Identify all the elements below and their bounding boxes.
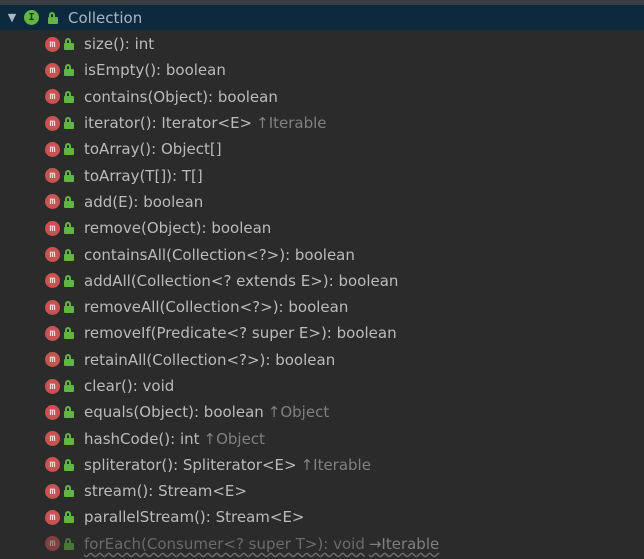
method-signature: size(): int	[84, 35, 155, 54]
method-signature: contains(Object): boolean	[84, 87, 278, 106]
method-signature: toArray(T[]): T[]	[84, 166, 203, 185]
method-signature: forEach(Consumer<? super T>): void	[84, 534, 365, 553]
method-icon: m	[45, 325, 60, 341]
method-row[interactable]: m toArray(): Object[]	[0, 136, 644, 162]
method-icon: m	[45, 509, 60, 525]
method-origin: →Iterable	[368, 534, 440, 553]
lock-icon	[64, 64, 74, 77]
lock-icon	[64, 195, 74, 208]
lock-icon	[64, 327, 74, 340]
method-row[interactable]: m equals(Object): boolean ↑Object	[0, 399, 644, 425]
method-signature: add(E): boolean	[84, 192, 204, 211]
lock-icon	[64, 222, 74, 235]
method-icon: m	[45, 36, 60, 52]
method-icon: m	[45, 89, 60, 105]
method-signature: containsAll(Collection<?>): boolean	[84, 245, 355, 264]
method-icon: m	[45, 115, 60, 131]
tree-root-collection[interactable]: ▼ I Collection	[0, 5, 644, 30]
method-icon: m	[45, 352, 60, 368]
method-icon: m	[45, 194, 60, 210]
lock-icon	[64, 38, 74, 51]
method-row[interactable]: m isEmpty(): boolean	[0, 57, 644, 83]
method-row[interactable]: m retainAll(Collection<?>): boolean	[0, 347, 644, 373]
lock-icon	[64, 406, 74, 419]
method-signature: parallelStream(): Stream<E>	[84, 508, 305, 527]
lock-icon	[64, 537, 74, 550]
method-icon: m	[45, 168, 60, 184]
method-origin: ↑Object	[203, 429, 265, 448]
method-origin: ↑Object	[267, 403, 330, 422]
method-signature: removeIf(Predicate<? super E>): boolean	[84, 324, 397, 343]
method-row[interactable]: m add(E): boolean	[0, 189, 644, 215]
method-icon: m	[45, 536, 60, 552]
method-list: m size(): int m isEmpty(): boolean m contains…	[0, 31, 644, 557]
interface-icon: I	[24, 10, 39, 25]
lock-icon	[64, 458, 74, 471]
method-icon: m	[45, 62, 60, 78]
method-row[interactable]: m addAll(Collection<? extends E>): boolea…	[0, 268, 644, 294]
method-origin: ↑Iterable	[256, 114, 327, 133]
lock-icon	[64, 117, 74, 130]
lock-icon	[64, 353, 74, 366]
method-row[interactable]: m contains(Object): boolean	[0, 84, 644, 110]
lock-icon	[64, 380, 74, 392]
lock-icon	[64, 90, 74, 103]
method-icon: m	[45, 273, 60, 289]
method-signature: removeAll(Collection<?>): boolean	[84, 298, 349, 317]
method-row[interactable]: m removeAll(Collection<?>): boolean	[0, 294, 644, 320]
method-icon: m	[45, 299, 60, 315]
method-row[interactable]: m remove(Object): boolean	[0, 215, 644, 241]
method-row[interactable]: m forEach(Consumer<? super T>): void →Iter…	[0, 531, 644, 557]
lock-icon	[64, 432, 74, 445]
lock-icon	[64, 248, 74, 261]
method-signature: toArray(): Object[]	[84, 140, 222, 159]
method-row[interactable]: m spliterator(): Spliterator<E> ↑Iterable	[0, 452, 644, 478]
method-row[interactable]: m containsAll(Collection<?>): boolean	[0, 241, 644, 267]
method-icon: m	[45, 378, 60, 394]
lock-icon	[64, 274, 74, 287]
method-signature: retainAll(Collection<?>): boolean	[84, 350, 336, 369]
lock-icon	[64, 169, 74, 182]
method-icon: m	[45, 220, 60, 236]
root-label: Collection	[68, 8, 143, 27]
method-signature: addAll(Collection<? extends E>): boolean	[84, 271, 399, 290]
method-icon: m	[45, 404, 60, 420]
method-signature: stream(): Stream<E>	[84, 482, 247, 501]
lock-icon	[64, 485, 74, 498]
method-signature: hashCode(): int	[84, 429, 200, 448]
method-signature: clear(): void	[84, 377, 175, 395]
method-row[interactable]: m iterator(): Iterator<E> ↑Iterable	[0, 110, 644, 136]
method-row[interactable]: m removeIf(Predicate<? super E>): boolean	[0, 320, 644, 346]
method-row[interactable]: m hashCode(): int ↑Object	[0, 425, 644, 451]
method-signature: equals(Object): boolean	[84, 403, 264, 422]
method-icon: m	[45, 247, 60, 263]
lock-icon	[64, 511, 74, 524]
lock-icon	[48, 11, 58, 24]
method-signature: remove(Object): boolean	[84, 219, 272, 238]
lock-icon	[64, 143, 74, 156]
expand-arrow-icon[interactable]: ▼	[0, 5, 24, 30]
method-icon: m	[45, 457, 60, 473]
method-signature: isEmpty(): boolean	[84, 61, 226, 80]
method-icon: m	[45, 431, 60, 447]
method-row[interactable]: m clear(): void	[0, 373, 644, 399]
method-row[interactable]: m toArray(T[]): T[]	[0, 162, 644, 188]
method-icon: m	[45, 141, 60, 157]
method-signature: iterator(): Iterator<E>	[84, 114, 253, 133]
method-signature: spliterator(): Spliterator<E>	[84, 455, 297, 474]
method-row[interactable]: m stream(): Stream<E>	[0, 478, 644, 504]
lock-icon	[64, 301, 74, 314]
method-origin: ↑Iterable	[300, 455, 371, 474]
method-icon: m	[45, 483, 60, 499]
method-row[interactable]: m parallelStream(): Stream<E>	[0, 504, 644, 530]
method-row[interactable]: m size(): int	[0, 31, 644, 57]
